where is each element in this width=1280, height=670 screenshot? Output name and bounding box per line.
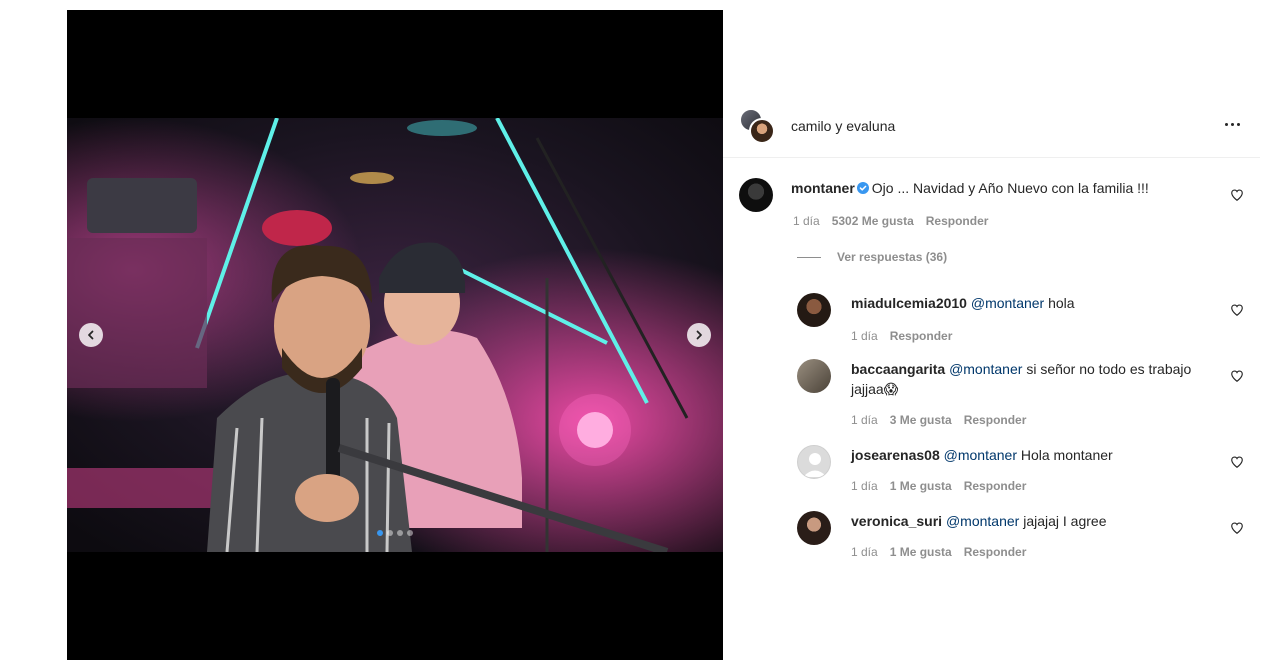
comment-body: Hola montaner <box>1020 447 1113 463</box>
chevron-left-icon <box>88 330 94 340</box>
reply-button[interactable]: Responder <box>926 214 989 228</box>
heart-icon[interactable] <box>1230 369 1244 383</box>
comment-mention[interactable]: @montaner <box>949 361 1022 377</box>
comment-text: miadulcemia2010 @montaner hola <box>851 293 1211 313</box>
comment-likes[interactable]: 1 Me gusta <box>890 545 952 559</box>
comment-text: montaner Ojo ... Navidad y Año Nuevo con … <box>791 178 1211 198</box>
comment-username[interactable]: miadulcemia2010 <box>851 295 967 311</box>
comment-username[interactable]: baccaangarita <box>851 361 945 377</box>
carousel-dot <box>397 530 403 536</box>
comment-body: Ojo ... Navidad y Año Nuevo con la famil… <box>871 180 1149 196</box>
carousel-dot <box>377 530 383 536</box>
carousel-next-button[interactable] <box>687 323 711 347</box>
avatar[interactable] <box>797 293 831 327</box>
comment-likes[interactable]: 1 Me gusta <box>890 479 952 493</box>
author-avatar[interactable] <box>739 108 775 144</box>
heart-icon[interactable] <box>1230 455 1244 469</box>
comment-meta: 1 día Responder <box>851 329 964 343</box>
comment-username[interactable]: josearenas08 <box>851 447 940 463</box>
carousel-dot <box>407 530 413 536</box>
comment-time[interactable]: 1 día <box>851 413 878 427</box>
comment-username[interactable]: montaner <box>791 180 855 196</box>
more-options-icon[interactable] <box>1220 114 1244 134</box>
comments-pane: camilo y evaluna montaner Ojo ... Navidad… <box>723 10 1260 660</box>
verified-badge-icon <box>856 182 869 194</box>
comment-username[interactable]: veronica_suri <box>851 513 942 529</box>
comment-body: hola <box>1048 295 1075 311</box>
reply-button[interactable]: Responder <box>964 413 1027 427</box>
comment-body: jajajaj I agree <box>1023 513 1107 529</box>
reply-comment: baccaangarita @montaner si señor no todo… <box>797 359 1244 437</box>
carousel-prev-button[interactable] <box>79 323 103 347</box>
view-replies-button[interactable]: Ver respuestas (36) <box>797 250 947 264</box>
comment-text: josearenas08 @montaner Hola montaner <box>851 445 1211 465</box>
heart-icon[interactable] <box>1230 303 1244 317</box>
comment-mention[interactable]: @montaner <box>946 513 1019 529</box>
heart-icon[interactable] <box>1230 521 1244 535</box>
comment-mention[interactable]: @montaner <box>944 447 1017 463</box>
avatar[interactable] <box>797 359 831 393</box>
comment-meta: 1 día 5302 Me gusta Responder <box>793 214 1000 228</box>
post-photo[interactable] <box>67 118 723 552</box>
comment-likes[interactable]: 5302 Me gusta <box>832 214 914 228</box>
comment-text: veronica_suri @montaner jajajaj I agree <box>851 511 1211 531</box>
heart-icon[interactable] <box>1230 188 1244 202</box>
comment-meta: 1 día 1 Me gusta Responder <box>851 479 1038 493</box>
comment-time[interactable]: 1 día <box>793 214 820 228</box>
carousel-indicator <box>67 530 723 536</box>
main-comment: montaner Ojo ... Navidad y Año Nuevo con … <box>739 178 1244 248</box>
reply-comment: josearenas08 @montaner Hola montaner 1 d… <box>797 445 1244 505</box>
carousel-dot <box>387 530 393 536</box>
avatar[interactable] <box>739 178 773 212</box>
comment-mention[interactable]: @montaner <box>971 295 1044 311</box>
comment-meta: 1 día 1 Me gusta Responder <box>851 545 1038 559</box>
reply-comment: miadulcemia2010 @montaner hola 1 día Resp… <box>797 293 1244 353</box>
avatar <box>749 118 775 144</box>
comment-likes[interactable]: 3 Me gusta <box>890 413 952 427</box>
post-author-name[interactable]: camilo y evaluna <box>791 118 895 134</box>
comment-time[interactable]: 1 día <box>851 329 878 343</box>
view-replies-label: Ver respuestas (36) <box>837 250 948 264</box>
reply-button[interactable]: Responder <box>964 545 1027 559</box>
chevron-right-icon <box>696 330 702 340</box>
divider <box>797 256 821 258</box>
post-media <box>67 10 723 660</box>
reply-button[interactable]: Responder <box>964 479 1027 493</box>
comment-time[interactable]: 1 día <box>851 479 878 493</box>
reply-button[interactable]: Responder <box>890 329 953 343</box>
avatar[interactable] <box>797 511 831 545</box>
comment-text: baccaangarita @montaner si señor no todo… <box>851 359 1211 399</box>
avatar[interactable] <box>797 445 831 479</box>
reply-comment: veronica_suri @montaner jajajaj I agree … <box>797 511 1244 571</box>
concert-photo-image <box>67 118 723 552</box>
comment-meta: 1 día 3 Me gusta Responder <box>851 413 1038 427</box>
post-header: camilo y evaluna <box>723 102 1260 158</box>
default-avatar-icon <box>803 453 827 477</box>
comment-time[interactable]: 1 día <box>851 545 878 559</box>
